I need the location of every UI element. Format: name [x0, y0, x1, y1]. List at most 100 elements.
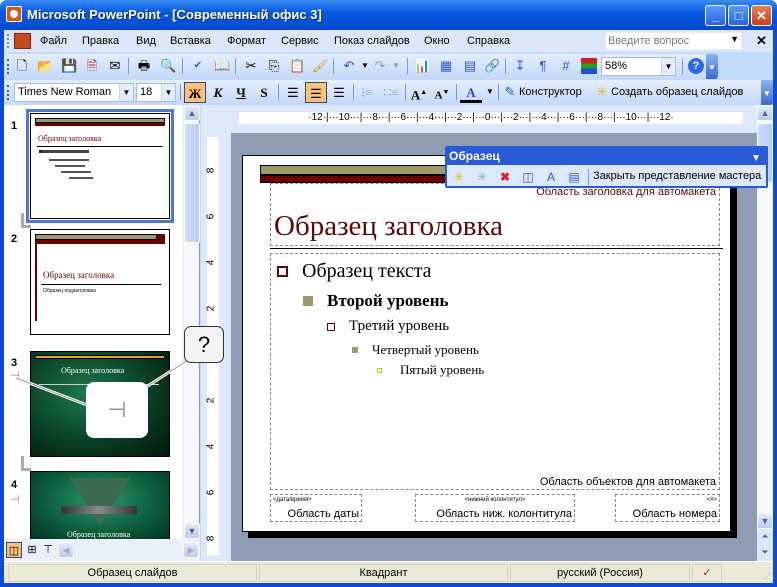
- paste-icon[interactable]: 📋: [289, 58, 305, 74]
- save-icon[interactable]: 💾: [61, 58, 77, 74]
- undo-dropdown-icon[interactable]: ▼: [357, 58, 373, 74]
- number-placeholder[interactable]: <#> Область номера: [615, 494, 720, 522]
- insert-master-icon[interactable]: ✳: [451, 169, 467, 185]
- cut-icon[interactable]: ✂: [243, 58, 259, 74]
- slide-title[interactable]: Образец заголовка: [274, 210, 503, 243]
- toolbar-options-icon[interactable]: ▼: [706, 54, 718, 79]
- color-grayscale-icon[interactable]: [581, 58, 597, 74]
- body-placeholder[interactable]: Образец текста Второй уровень Третий уро…: [270, 253, 720, 490]
- help-callout[interactable]: ?: [184, 326, 224, 363]
- menu-tools[interactable]: Сервис: [281, 35, 319, 47]
- toolbar-grip[interactable]: [7, 85, 10, 100]
- slide-thumbnail-1[interactable]: Образец заголовка: [26, 109, 174, 223]
- chevron-down-icon[interactable]: ▼: [119, 84, 133, 101]
- decrease-font-button[interactable]: A▼: [431, 82, 453, 103]
- table-icon[interactable]: ▦: [438, 58, 454, 74]
- close-button[interactable]: ✕: [751, 5, 772, 26]
- scroll-down-button[interactable]: ▼: [184, 523, 200, 539]
- slideshow-icon[interactable]: ⊤: [40, 542, 56, 558]
- previous-slide-button[interactable]: ⏶: [757, 529, 773, 545]
- spelling-icon[interactable]: ✔: [190, 58, 206, 74]
- bold-button[interactable]: Ж: [184, 82, 206, 103]
- resize-grip-icon[interactable]: ⋰: [763, 572, 771, 581]
- pin-icon[interactable]: ⊣: [10, 369, 20, 382]
- chevron-down-icon[interactable]: ▼: [161, 84, 175, 101]
- scroll-right-button[interactable]: ▶: [183, 542, 199, 558]
- menu-view[interactable]: Вид: [136, 35, 156, 47]
- menu-file[interactable]: Файл: [40, 35, 67, 47]
- minimize-button[interactable]: _: [705, 5, 726, 26]
- show-formatting-icon[interactable]: ¶: [535, 58, 551, 74]
- new-master-button[interactable]: Создать образец слайдов: [611, 86, 743, 98]
- expand-icon[interactable]: ↧: [512, 58, 528, 74]
- underline-button[interactable]: Ч: [230, 82, 252, 103]
- tables-borders-icon[interactable]: ▤: [462, 58, 478, 74]
- menu-format[interactable]: Формат: [227, 35, 266, 47]
- research-icon[interactable]: 📖: [214, 58, 230, 74]
- email-icon[interactable]: ✉: [107, 58, 123, 74]
- delete-master-icon[interactable]: ✖: [497, 169, 513, 185]
- align-left-button[interactable]: ☰: [282, 82, 304, 103]
- undo-icon[interactable]: ↶: [341, 58, 357, 74]
- help-icon[interactable]: ?: [688, 58, 704, 74]
- italic-button[interactable]: К: [207, 82, 229, 103]
- ask-question-input[interactable]: Введите вопрос ▼: [605, 32, 742, 50]
- hyperlink-icon[interactable]: 🔗: [484, 58, 500, 74]
- maximize-button[interactable]: □: [728, 5, 749, 26]
- rename-master-icon[interactable]: A: [543, 169, 559, 185]
- font-color-dropdown-icon[interactable]: ▼: [482, 84, 498, 100]
- scroll-thumb[interactable]: [184, 123, 200, 243]
- bullets-icon[interactable]: ∷≡: [380, 82, 402, 103]
- font-color-button[interactable]: A: [460, 82, 482, 103]
- bullet-level-5[interactable]: Пятый уровень: [377, 362, 484, 378]
- open-icon[interactable]: 📂: [37, 58, 53, 74]
- slide-master[interactable]: Область заголовка для автомакета Образец…: [242, 155, 731, 532]
- bullet-level-1[interactable]: Образец текста: [277, 260, 432, 283]
- copy-icon[interactable]: ⎘: [266, 58, 282, 74]
- menu-insert[interactable]: Вставка: [170, 35, 211, 47]
- redo-dropdown-icon[interactable]: ▼: [388, 58, 404, 74]
- toolbar-grip[interactable]: [7, 59, 10, 74]
- chevron-down-icon[interactable]: ▼: [661, 58, 675, 75]
- format-painter-icon[interactable]: 🖌: [312, 58, 329, 74]
- scroll-left-button[interactable]: ◀: [58, 542, 74, 558]
- bullet-level-4[interactable]: Четвертый уровень: [352, 342, 479, 358]
- menu-slideshow[interactable]: Показ слайдов: [334, 35, 410, 47]
- title-placeholder[interactable]: Область заголовка для автомакета Образец…: [270, 183, 720, 246]
- normal-view-icon[interactable]: ◫: [6, 542, 22, 558]
- align-center-button[interactable]: ☰: [305, 82, 327, 103]
- thumbnail-scrollbar[interactable]: ▲ ▼: [183, 105, 200, 539]
- designer-icon[interactable]: ✎: [502, 84, 518, 100]
- increase-font-button[interactable]: A▲: [408, 82, 430, 103]
- master-layout-icon[interactable]: ▤: [566, 169, 582, 185]
- date-placeholder[interactable]: <дата/время> Область даты: [270, 494, 362, 522]
- close-document-button[interactable]: ✕: [756, 33, 767, 49]
- menu-edit[interactable]: Правка: [82, 35, 119, 47]
- master-toolbar-header[interactable]: Образец ▼: [447, 148, 766, 165]
- close-master-view-button[interactable]: Закрыть представление мастера: [593, 170, 761, 182]
- document-icon[interactable]: [14, 33, 31, 49]
- slide-thumbnail-4[interactable]: Образец заголовка: [30, 471, 170, 541]
- toolbar-options-icon[interactable]: ▼: [751, 150, 761, 167]
- powerpoint-app-icon[interactable]: [6, 6, 22, 22]
- spelling-status-icon[interactable]: ✓: [692, 564, 722, 582]
- toolbar-options-icon[interactable]: ▼: [761, 80, 773, 105]
- numbering-icon[interactable]: ⁝≡: [356, 82, 378, 103]
- align-right-button[interactable]: ☰: [328, 82, 350, 103]
- chart-icon[interactable]: 📊: [414, 58, 430, 74]
- insert-title-master-icon[interactable]: ✳: [474, 169, 490, 185]
- slide-sorter-icon[interactable]: ⊞: [24, 542, 40, 558]
- shadow-button[interactable]: S: [253, 82, 275, 103]
- new-icon[interactable]: 🗋: [14, 58, 30, 74]
- redo-icon[interactable]: ↷: [372, 58, 388, 74]
- pin-icon[interactable]: ⊣: [10, 493, 20, 506]
- chevron-down-icon[interactable]: ▼: [730, 34, 739, 44]
- next-slide-button[interactable]: ⏷: [757, 545, 773, 561]
- menu-help[interactable]: Справка: [467, 35, 510, 47]
- slide-thumbnail-2[interactable]: Образец заголовка Образец подзаголовка: [30, 229, 170, 335]
- preserve-master-icon[interactable]: ◫: [520, 169, 536, 185]
- scroll-up-button[interactable]: ▲: [757, 105, 773, 121]
- zoom-combo[interactable]: 58% ▼: [601, 57, 676, 76]
- menu-window[interactable]: Окно: [424, 35, 450, 47]
- footer-placeholder[interactable]: <нижний колонтитул> Область ниж. колонти…: [415, 494, 575, 522]
